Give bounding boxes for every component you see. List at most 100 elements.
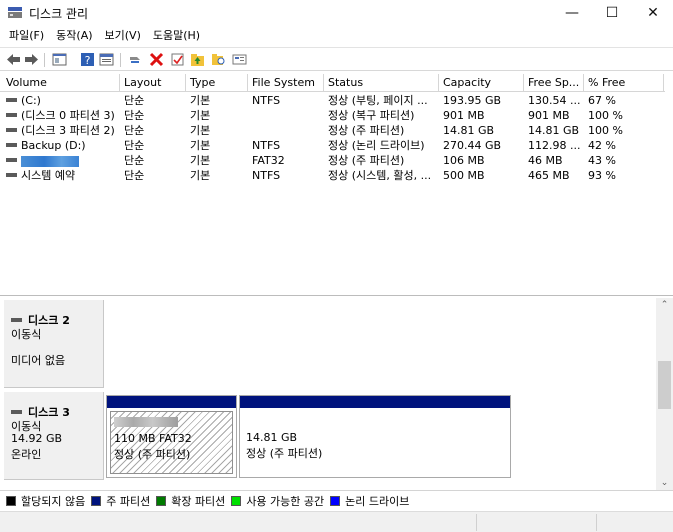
- status-cell: 정상 (시스템, 활성, ...: [328, 169, 432, 182]
- table-row[interactable]: (C:) 단순 기본 NTFS 정상 (부팅, 페이지 ... 193.95 G…: [0, 93, 665, 108]
- disk-3-size: 14.92 GB: [11, 432, 63, 445]
- legend-swatch-logical: [330, 495, 341, 506]
- capacity-cell: 270.44 GB: [443, 139, 502, 152]
- view-icon[interactable]: [232, 52, 247, 67]
- free-cell: 112.98 ...: [528, 139, 581, 152]
- volume-icon: [6, 98, 17, 102]
- volume-name: (C:): [21, 94, 41, 107]
- volume-list[interactable]: Volume Layout Type File System Status Ca…: [0, 72, 673, 296]
- legend-swatch-extended: [156, 495, 167, 506]
- legend-label: 할당되지 않음: [21, 494, 86, 508]
- connect-icon[interactable]: [128, 52, 143, 67]
- disk-management-app-icon: [8, 7, 22, 18]
- legend-label: 주 파티션: [106, 494, 151, 508]
- scroll-up-arrow-icon[interactable]: ⌃: [656, 300, 673, 312]
- table-row[interactable]: (디스크 0 파티션 3) 단순 기본 정상 (복구 파티션) 901 MB 9…: [0, 108, 665, 123]
- legend-item: 주 파티션: [91, 493, 150, 509]
- disk-graphical-view[interactable]: 디스크 2 이동식 미디어 없음 디스크 3 이동식 14.92 GB 온라인 …: [0, 298, 673, 490]
- col-status[interactable]: Status: [324, 74, 439, 92]
- type-cell: 기본: [190, 169, 211, 182]
- menu-view[interactable]: 보기(V): [99, 26, 147, 46]
- menu-action[interactable]: 동작(A): [50, 26, 98, 46]
- type-cell: 기본: [190, 139, 211, 152]
- capacity-cell: 901 MB: [443, 109, 485, 122]
- up-folder-icon[interactable]: [190, 52, 205, 67]
- disk-2-type: 이동식: [11, 328, 42, 341]
- table-row[interactable]: 단순 기본 FAT32 정상 (주 파티션) 106 MB 46 MB 43 %: [0, 153, 665, 168]
- legend-swatch-unallocated: [6, 495, 16, 506]
- volume-name: (디스크 0 파티션 3): [21, 109, 115, 122]
- disk-3-state: 온라인: [11, 448, 42, 461]
- menu-file[interactable]: 파일(F): [3, 26, 50, 46]
- volume-name: Backup (D:): [21, 139, 86, 152]
- status-cell: 정상 (부팅, 페이지 ...: [328, 94, 428, 107]
- legend-swatch-free: [231, 495, 242, 506]
- pct-cell: 100 %: [588, 109, 623, 122]
- layout-cell: 단순: [124, 169, 145, 182]
- partition-1-size: 110 MB FAT32: [114, 432, 192, 445]
- capacity-cell: 106 MB: [443, 154, 485, 167]
- table-row[interactable]: Backup (D:) 단순 기본 NTFS 정상 (논리 드라이브) 270.…: [0, 138, 665, 153]
- check-icon[interactable]: [170, 52, 185, 67]
- col-volume[interactable]: Volume: [2, 74, 120, 92]
- disk-3-label[interactable]: 디스크 3 이동식 14.92 GB 온라인: [4, 392, 104, 480]
- col-file-system[interactable]: File System: [248, 74, 324, 92]
- fs-cell: NTFS: [252, 169, 281, 182]
- disk-2-label[interactable]: 디스크 2 이동식 미디어 없음: [4, 300, 104, 388]
- pct-cell: 43 %: [588, 154, 616, 167]
- minimize-button[interactable]: —: [552, 0, 592, 26]
- scroll-thumb[interactable]: [658, 361, 671, 409]
- maximize-button[interactable]: ☐: [592, 0, 632, 26]
- volume-icon: [6, 173, 17, 177]
- fs-cell: [248, 123, 324, 138]
- free-cell: 14.81 GB: [528, 124, 580, 137]
- legend-item: 사용 가능한 공간: [231, 493, 324, 509]
- partition-disk3-2[interactable]: 14.81 GB 정상 (주 파티션): [239, 395, 511, 478]
- pct-cell: 42 %: [588, 139, 616, 152]
- col-free-space[interactable]: Free Sp...: [524, 74, 584, 92]
- layout-cell: 단순: [124, 139, 145, 152]
- search-folder-icon[interactable]: [211, 52, 226, 67]
- legend-label: 논리 드라이브: [345, 494, 410, 508]
- delete-icon[interactable]: [149, 52, 164, 67]
- capacity-cell: 500 MB: [443, 169, 485, 182]
- legend-label: 사용 가능한 공간: [246, 494, 325, 508]
- menu-help[interactable]: 도움말(H): [147, 26, 206, 46]
- layout-cell: 단순: [124, 124, 145, 137]
- back-arrow-icon[interactable]: [6, 52, 21, 67]
- legend-label: 확장 파티션: [171, 494, 226, 508]
- pct-cell: 67 %: [588, 94, 616, 107]
- properties-icon[interactable]: [99, 52, 114, 67]
- type-cell: 기본: [190, 154, 211, 167]
- status-bar: [0, 511, 673, 532]
- help-icon[interactable]: ?: [80, 52, 95, 67]
- forward-arrow-icon[interactable]: [24, 52, 39, 67]
- vertical-scrollbar[interactable]: ⌃ ⌄: [656, 298, 673, 490]
- fs-cell: [248, 108, 324, 123]
- layout-cell: 단순: [124, 154, 145, 167]
- disk-icon: [11, 318, 22, 322]
- redacted-volume-name: [21, 155, 79, 167]
- volume-name: 시스템 예약: [21, 169, 76, 182]
- partition-disk3-1[interactable]: 110 MB FAT32 정상 (주 파티션): [106, 395, 237, 478]
- type-cell: 기본: [190, 124, 211, 137]
- free-cell: 465 MB: [528, 169, 570, 182]
- layout-cell: 단순: [124, 94, 145, 107]
- type-cell: 기본: [190, 109, 211, 122]
- col-capacity[interactable]: Capacity: [439, 74, 524, 92]
- col-type[interactable]: Type: [186, 74, 248, 92]
- table-row[interactable]: 시스템 예약 단순 기본 NTFS 정상 (시스템, 활성, ... 500 M…: [0, 168, 665, 183]
- console-tree-icon[interactable]: [52, 52, 67, 67]
- close-button[interactable]: ✕: [633, 0, 673, 26]
- fs-cell: NTFS: [252, 139, 281, 152]
- table-row[interactable]: (디스크 3 파티션 2) 단순 기본 정상 (주 파티션) 14.81 GB …: [0, 123, 665, 138]
- disk-2-media: 미디어 없음: [11, 354, 66, 367]
- window-title: 디스크 관리: [29, 7, 89, 21]
- volume-icon: [6, 143, 17, 147]
- scroll-down-arrow-icon[interactable]: ⌄: [656, 478, 673, 490]
- volume-icon: [6, 113, 17, 117]
- col-percent-free[interactable]: % Free: [584, 74, 664, 92]
- capacity-cell: 14.81 GB: [443, 124, 495, 137]
- col-layout[interactable]: Layout: [120, 74, 186, 92]
- volume-name: (디스크 3 파티션 2): [21, 124, 115, 137]
